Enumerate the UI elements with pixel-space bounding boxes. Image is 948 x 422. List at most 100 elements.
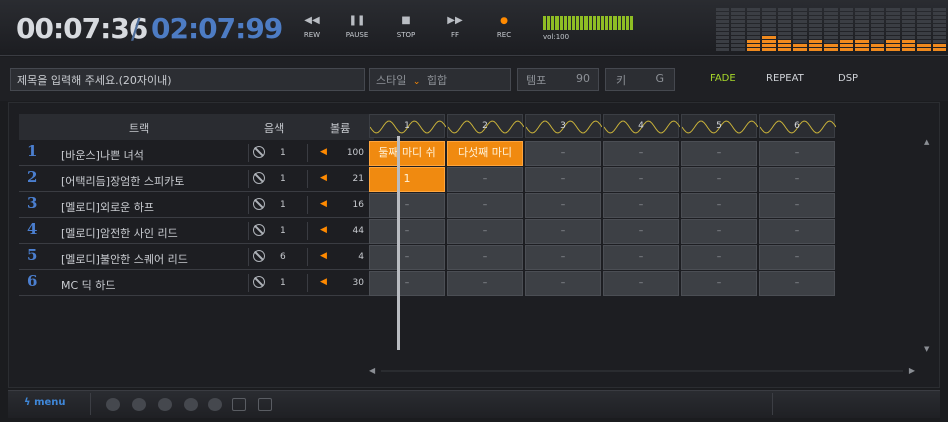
pattern-cell[interactable]: –: [525, 219, 601, 244]
pattern-cell[interactable]: –: [759, 193, 835, 218]
speaker-icon[interactable]: ◀: [320, 173, 327, 183]
pattern-cell[interactable]: –: [759, 245, 835, 270]
bar-header[interactable]: 3: [525, 114, 602, 138]
pattern-cell[interactable]: –: [525, 245, 601, 270]
scroll-up-icon[interactable]: ▲: [924, 138, 929, 146]
track-volume[interactable]: 30: [353, 278, 364, 288]
track-volume[interactable]: 21: [353, 174, 364, 184]
pattern-cell[interactable]: –: [603, 219, 679, 244]
bar-header[interactable]: 4: [603, 114, 680, 138]
bar-header[interactable]: 5: [681, 114, 758, 138]
pattern-cell[interactable]: –: [525, 271, 601, 296]
pattern-cell[interactable]: –: [369, 271, 445, 296]
mute-icon[interactable]: [253, 146, 265, 158]
track-volume[interactable]: 100: [347, 148, 364, 158]
mute-icon[interactable]: [253, 276, 265, 288]
repeat-toggle[interactable]: REPEAT: [766, 73, 804, 84]
pattern-cell[interactable]: –: [681, 245, 757, 270]
save-icon[interactable]: [258, 398, 272, 411]
track-row[interactable]: 4 [멜로디]암전한 사인 리드 1 ◀ 44: [19, 218, 374, 244]
pattern-cell[interactable]: –: [603, 193, 679, 218]
speaker-icon[interactable]: ◀: [320, 251, 327, 261]
mute-icon[interactable]: [253, 172, 265, 184]
mute-icon[interactable]: [253, 224, 265, 236]
pattern-cell[interactable]: –: [525, 167, 601, 192]
track-name[interactable]: [멜로디]암전한 사인 리드: [61, 225, 178, 241]
speaker-icon[interactable]: ◀: [320, 199, 327, 209]
copy-icon[interactable]: [158, 398, 172, 411]
rew-button[interactable]: ◀◀ REW: [292, 14, 332, 39]
pattern-cell[interactable]: –: [759, 167, 835, 192]
song-title-input[interactable]: 제목을 입력해 주세요.(20자이내): [10, 68, 365, 91]
dsp-toggle[interactable]: DSP: [838, 73, 858, 84]
horizontal-scrollbar[interactable]: ◀ ▶: [369, 366, 915, 376]
pattern-cell[interactable]: –: [369, 219, 445, 244]
pause-button[interactable]: ❚❚ PAUSE: [337, 14, 377, 39]
track-volume[interactable]: 16: [353, 200, 364, 210]
track-volume[interactable]: 4: [358, 252, 364, 262]
track-volume[interactable]: 44: [353, 226, 364, 236]
track-row[interactable]: 1 [바운스]나쁜 녀석 1 ◀ 100: [19, 140, 374, 166]
bar-header[interactable]: 1: [369, 114, 446, 138]
ff-button[interactable]: ▶▶ FF: [435, 14, 475, 39]
speaker-icon[interactable]: ◀: [320, 147, 327, 157]
playhead[interactable]: [397, 136, 401, 350]
window-icon[interactable]: [232, 398, 246, 411]
key-field[interactable]: 키 G: [605, 68, 675, 91]
undo-icon[interactable]: [106, 398, 120, 411]
bar-header[interactable]: 2: [447, 114, 524, 138]
fade-toggle[interactable]: FADE: [710, 73, 736, 84]
pattern-cell[interactable]: –: [369, 193, 445, 218]
track-name[interactable]: [멜로디]외로운 하프: [61, 199, 154, 215]
pattern-cell[interactable]: –: [447, 219, 523, 244]
pattern-cell[interactable]: 1: [369, 167, 445, 192]
pattern-cell[interactable]: –: [681, 141, 757, 166]
speaker-icon[interactable]: ◀: [320, 277, 327, 287]
scroll-left-icon[interactable]: ◀: [369, 366, 375, 375]
scroll-down-icon[interactable]: ▼: [924, 345, 929, 353]
stop-button[interactable]: ■ STOP: [386, 14, 426, 39]
scroll-right-icon[interactable]: ▶: [909, 366, 915, 375]
track-tone[interactable]: 1: [280, 174, 286, 184]
pattern-cell[interactable]: –: [603, 271, 679, 296]
tempo-field[interactable]: 템포 90: [517, 68, 599, 91]
pattern-cell[interactable]: –: [447, 193, 523, 218]
pattern-cell[interactable]: –: [603, 141, 679, 166]
pattern-cell[interactable]: –: [681, 193, 757, 218]
pattern-cell[interactable]: –: [759, 271, 835, 296]
track-row[interactable]: 2 [어택리듬]장엄한 스피카토 1 ◀ 21: [19, 166, 374, 192]
scroll-track[interactable]: [381, 370, 903, 372]
pattern-cell[interactable]: –: [447, 271, 523, 296]
track-row[interactable]: 6 MC 딕 하드 1 ◀ 30: [19, 270, 374, 296]
track-name[interactable]: [어택리듬]장엄한 스피카토: [61, 173, 184, 189]
paste-icon[interactable]: [184, 398, 198, 411]
pattern-cell[interactable]: –: [525, 193, 601, 218]
track-name[interactable]: MC 딕 하드: [61, 277, 116, 293]
pattern-cell[interactable]: 둘째 마디 쉬: [369, 141, 445, 166]
pattern-cell[interactable]: –: [447, 167, 523, 192]
pattern-cell[interactable]: –: [525, 141, 601, 166]
pattern-cell[interactable]: –: [603, 167, 679, 192]
volume-slider[interactable]: [543, 16, 634, 30]
track-name[interactable]: [바운스]나쁜 녀석: [61, 147, 144, 163]
track-tone[interactable]: 6: [280, 252, 286, 262]
pattern-cell[interactable]: –: [681, 219, 757, 244]
style-select[interactable]: 스타일 ⌄ 힙합: [369, 68, 511, 91]
track-row[interactable]: 3 [멜로디]외로운 하프 1 ◀ 16: [19, 192, 374, 218]
track-tone[interactable]: 1: [280, 148, 286, 158]
pattern-cell[interactable]: –: [603, 245, 679, 270]
track-tone[interactable]: 1: [280, 226, 286, 236]
mute-icon[interactable]: [253, 198, 265, 210]
redo-icon[interactable]: [132, 398, 146, 411]
pattern-cell[interactable]: –: [447, 245, 523, 270]
vertical-scrollbar[interactable]: ▲ ▼: [924, 138, 932, 353]
bar-header[interactable]: 6: [759, 114, 836, 138]
track-row[interactable]: 5 [멜로디]불안한 스퀘어 리드 6 ◀ 4: [19, 244, 374, 270]
pattern-cell[interactable]: –: [681, 167, 757, 192]
pattern-cell[interactable]: –: [759, 219, 835, 244]
rec-button[interactable]: ● REC: [484, 14, 524, 39]
pattern-cell[interactable]: –: [759, 141, 835, 166]
mute-icon[interactable]: [253, 250, 265, 262]
delete-icon[interactable]: [208, 398, 222, 411]
pattern-cell[interactable]: –: [369, 245, 445, 270]
